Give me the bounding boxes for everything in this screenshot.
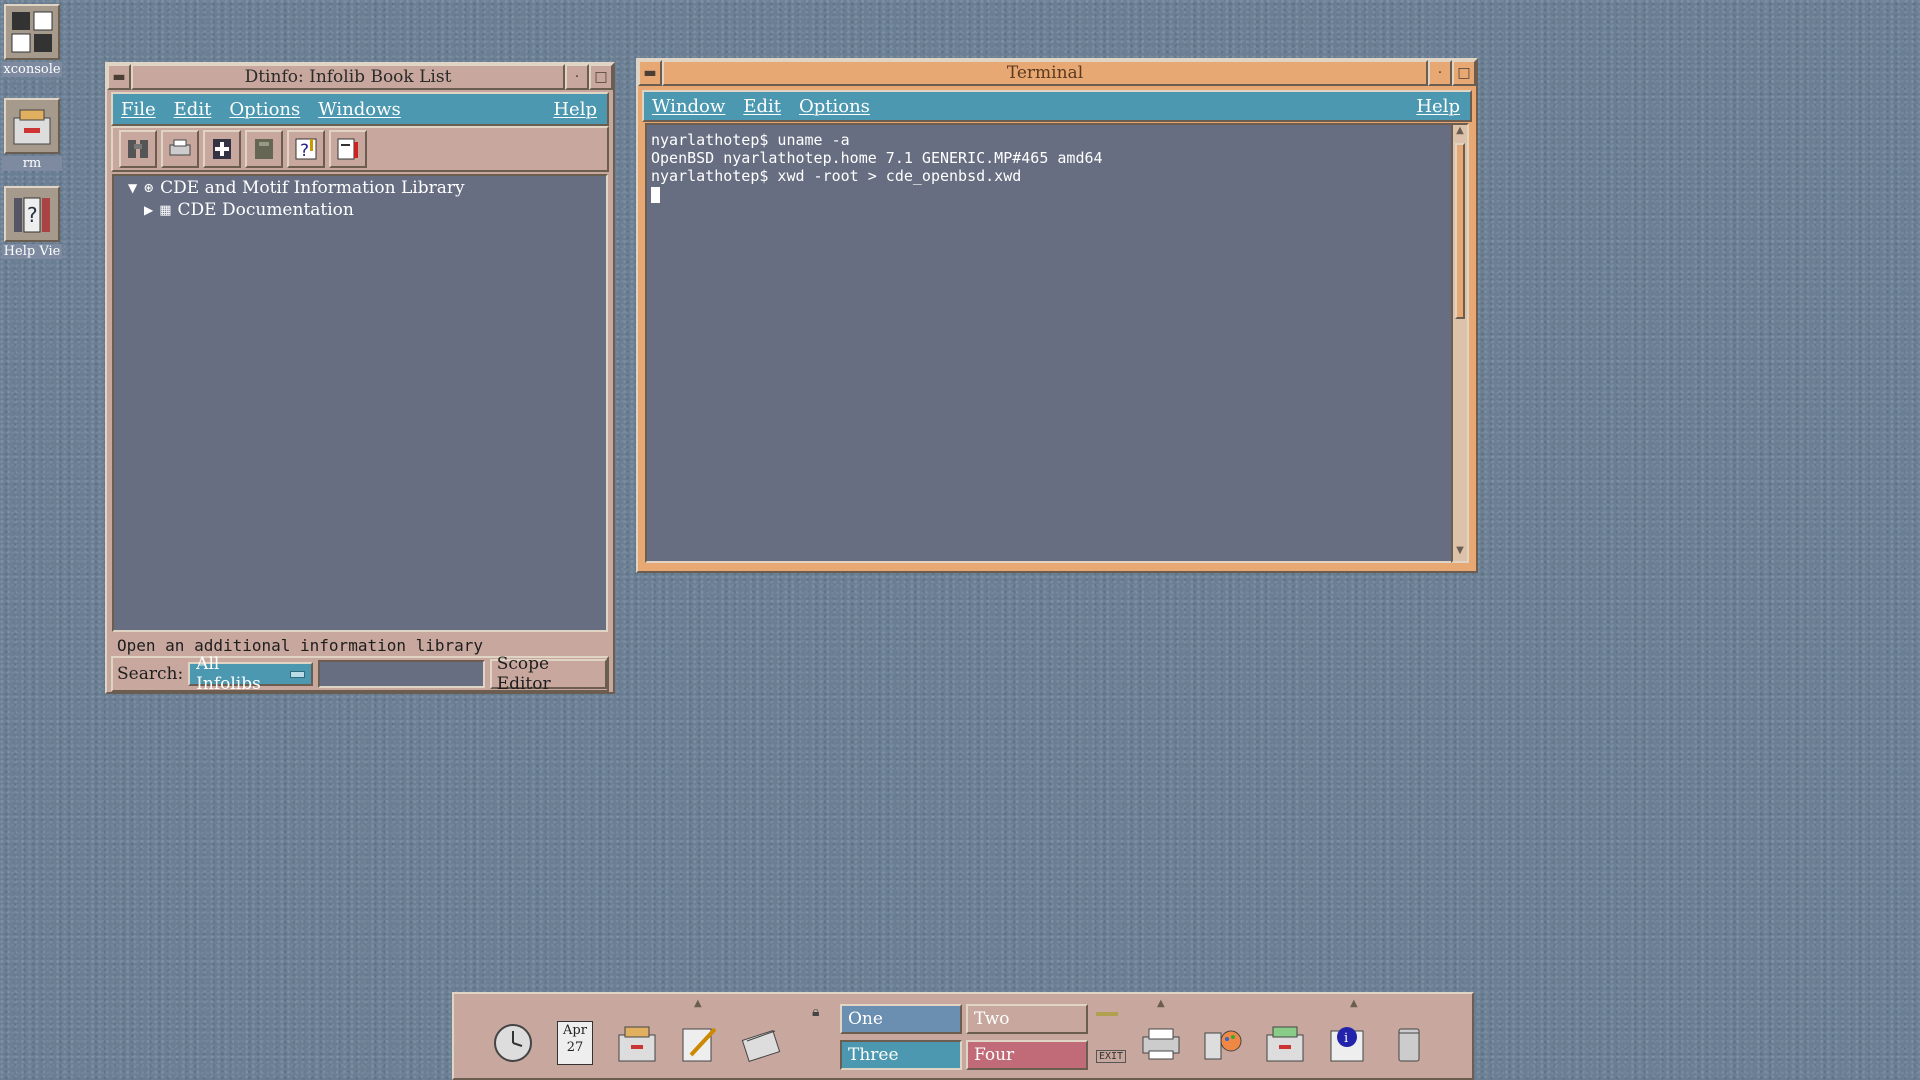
expanded-triangle-icon[interactable]: ▼ — [128, 181, 137, 195]
trash-can-icon[interactable] — [1380, 1014, 1438, 1072]
terminal-menubar: Window Edit Options Help — [642, 90, 1472, 122]
scroll-down-arrow-icon[interactable]: ▼ — [1453, 545, 1467, 561]
menu-options[interactable]: Options — [791, 96, 880, 117]
calendar-month: Apr — [563, 1023, 587, 1038]
menu-edit[interactable]: Edit — [735, 96, 791, 117]
tree-item-bookcase[interactable]: ▶ ▦ CDE Documentation — [144, 200, 354, 220]
minimize-button[interactable]: · — [565, 64, 589, 90]
scope-editor-button[interactable]: Scope Editor — [489, 654, 607, 694]
application-manager-icon[interactable] — [1256, 1014, 1314, 1072]
dtinfo-menubar: File Edit Options Windows Help — [111, 92, 609, 126]
tree-item-label: CDE Documentation — [177, 200, 354, 220]
menu-file[interactable]: File — [113, 99, 166, 120]
subpanel-arrow-icon[interactable]: ▲ — [1350, 998, 1358, 1009]
file-drawer-icon — [4, 98, 60, 154]
xconsole-icon — [4, 4, 60, 60]
window-menu-button[interactable]: ▬ — [107, 64, 131, 90]
help-icon[interactable]: ? — [287, 130, 325, 168]
tree-item-library[interactable]: ▼ ⊛ CDE and Motif Information Library — [128, 178, 465, 198]
close-library-icon[interactable] — [245, 130, 283, 168]
search-input[interactable] — [317, 660, 485, 688]
add-library-icon[interactable] — [203, 130, 241, 168]
desktop-icon-label: rm — [2, 156, 62, 171]
terminal-cursor-line — [651, 185, 1447, 203]
book-icon[interactable] — [329, 130, 367, 168]
maximize-button[interactable]: □ — [589, 64, 613, 90]
menu-help[interactable]: Help — [1408, 96, 1470, 117]
front-panel: ▲ ▲ ▲ Apr 27 🔒︎ One Two Three Four EXIT … — [452, 992, 1474, 1080]
search-scope-menu[interactable]: All Infolibs — [188, 654, 313, 694]
tree-item-label: CDE and Motif Information Library — [160, 178, 465, 198]
help-manager-icon[interactable]: i — [1318, 1014, 1376, 1072]
maximize-button[interactable]: □ — [1452, 60, 1476, 86]
search-scope-value: All Infolibs — [196, 654, 261, 694]
terminal-window: ▬ Terminal · □ Window Edit Options Help … — [636, 58, 1478, 573]
svg-text:i: i — [1344, 1031, 1348, 1046]
terminal-line: nyarlathotep$ xwd -root > cde_openbsd.xw… — [651, 167, 1022, 185]
print-icon[interactable] — [161, 130, 199, 168]
menu-help[interactable]: Help — [545, 99, 607, 120]
svg-text:?: ? — [300, 141, 309, 161]
terminal-output[interactable]: nyarlathotep$ uname -a OpenBSD nyarlathot… — [645, 123, 1453, 563]
terminal-line: nyarlathotep$ uname -a — [651, 131, 850, 149]
infolib-tree: ▼ ⊛ CDE and Motif Information Library ▶ … — [112, 174, 608, 632]
search-label: Search: — [117, 664, 184, 684]
file-manager-icon[interactable] — [608, 1014, 666, 1072]
panel-handle-right[interactable] — [1454, 996, 1470, 1076]
window-title: Dtinfo: Infolib Book List — [131, 64, 565, 90]
desktop-icon-rm[interactable]: rm — [2, 98, 62, 171]
busy-light-icon — [1096, 1012, 1118, 1016]
workspace-four-button[interactable]: Four — [966, 1040, 1088, 1070]
menu-edit[interactable]: Edit — [166, 99, 222, 120]
panel-handle-left[interactable] — [456, 996, 472, 1076]
scrollbar-thumb[interactable] — [1455, 143, 1465, 319]
terminal-titlebar[interactable]: ▬ Terminal · □ — [638, 60, 1476, 86]
subpanel-arrow-icon[interactable]: ▲ — [1157, 998, 1165, 1009]
workspace-two-button[interactable]: Two — [966, 1004, 1088, 1034]
exit-button[interactable]: EXIT — [1096, 1050, 1127, 1063]
subpanel-arrow-icon[interactable]: ▲ — [694, 998, 702, 1009]
option-menu-indicator-icon — [289, 670, 305, 678]
terminal-scrollbar[interactable]: ▲ ▼ — [1451, 123, 1469, 563]
menu-windows[interactable]: Windows — [310, 99, 411, 120]
desktop-icon-help-viewer[interactable]: ? Help Vie — [2, 186, 62, 259]
status-message: Open an additional information library — [117, 635, 484, 655]
desktop-icon-xconsole[interactable]: xconsole — [2, 4, 62, 77]
desktop-icon-label: Help Vie — [2, 244, 62, 259]
dtinfo-titlebar[interactable]: ▬ Dtinfo: Infolib Book List · □ — [107, 64, 613, 90]
desktop-icon-label: xconsole — [2, 62, 62, 77]
text-cursor — [651, 186, 660, 203]
workspace-one-button[interactable]: One — [840, 1004, 962, 1034]
binoculars-icon[interactable] — [119, 130, 157, 168]
bookcase-icon: ▦ — [159, 202, 172, 218]
text-editor-icon[interactable] — [670, 1014, 728, 1072]
dtinfo-window: ▬ Dtinfo: Infolib Book List · □ File Edi… — [105, 62, 615, 694]
scroll-up-arrow-icon[interactable]: ▲ — [1453, 125, 1467, 141]
clock-icon[interactable] — [484, 1014, 542, 1072]
collapsed-triangle-icon[interactable]: ▶ — [144, 203, 153, 217]
lock-icon[interactable]: 🔒︎ — [812, 1004, 819, 1020]
library-icon: ⊛ — [143, 180, 155, 196]
mailer-icon[interactable] — [732, 1014, 790, 1072]
window-title: Terminal — [662, 60, 1428, 86]
workspace-three-button[interactable]: Three — [840, 1040, 962, 1070]
calendar-day: 27 — [566, 1040, 584, 1055]
menu-window[interactable]: Window — [644, 96, 735, 117]
svg-text:?: ? — [27, 203, 38, 227]
dtinfo-toolbar: ? — [111, 126, 609, 172]
window-menu-button[interactable]: ▬ — [638, 60, 662, 86]
search-row: Search: All Infolibs Scope Editor — [111, 654, 609, 694]
menu-options[interactable]: Options — [221, 99, 310, 120]
help-books-icon: ? — [4, 186, 60, 242]
printer-icon[interactable] — [1132, 1014, 1190, 1072]
style-manager-icon[interactable] — [1194, 1014, 1252, 1072]
terminal-line: OpenBSD nyarlathotep.home 7.1 GENERIC.MP… — [651, 149, 1103, 167]
calendar-icon[interactable]: Apr 27 — [546, 1014, 604, 1072]
minimize-button[interactable]: · — [1428, 60, 1452, 86]
